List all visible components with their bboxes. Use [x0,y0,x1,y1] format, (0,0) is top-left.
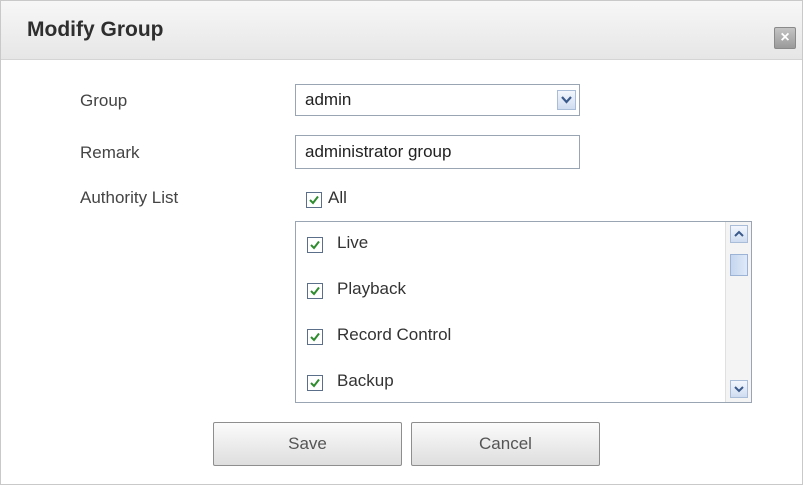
list-item: Live [296,222,716,253]
list-item: Record Control [296,314,716,345]
scroll-up-icon[interactable] [730,225,748,243]
authority-checkbox-backup[interactable] [307,375,323,391]
all-checkbox-label: All [328,188,347,207]
list-item: Playback [296,268,716,299]
close-icon[interactable]: × [774,27,796,49]
save-button[interactable]: Save [213,422,402,466]
title-bar: Modify Group × [1,1,802,60]
authority-label: Record Control [337,325,452,344]
remark-label: Remark [80,143,140,162]
chevron-down-icon[interactable] [557,90,576,110]
authority-list-label: Authority List [80,188,179,207]
authority-list-scrollbar[interactable] [725,222,751,402]
authority-checkbox-live[interactable] [307,237,323,253]
modify-group-dialog: Modify Group × Group admin Remark Author… [0,0,803,485]
authority-label: Live [337,233,369,252]
authority-label: Backup [337,371,394,390]
scrollbar-thumb[interactable] [730,254,748,276]
authority-checkbox-record-control[interactable] [307,329,323,345]
cancel-button[interactable]: Cancel [411,422,600,466]
remark-input[interactable] [295,135,580,169]
all-checkbox[interactable] [306,192,322,208]
scroll-down-icon[interactable] [730,380,748,398]
group-label: Group [80,91,128,110]
list-item: Backup [296,360,716,391]
authority-label: Playback [337,279,406,298]
group-select[interactable]: admin [295,84,580,116]
dialog-title: Modify Group [27,18,164,41]
group-select-value: admin [305,90,352,109]
authority-list: Live Playback Record Control Backup [295,221,752,403]
authority-checkbox-playback[interactable] [307,283,323,299]
